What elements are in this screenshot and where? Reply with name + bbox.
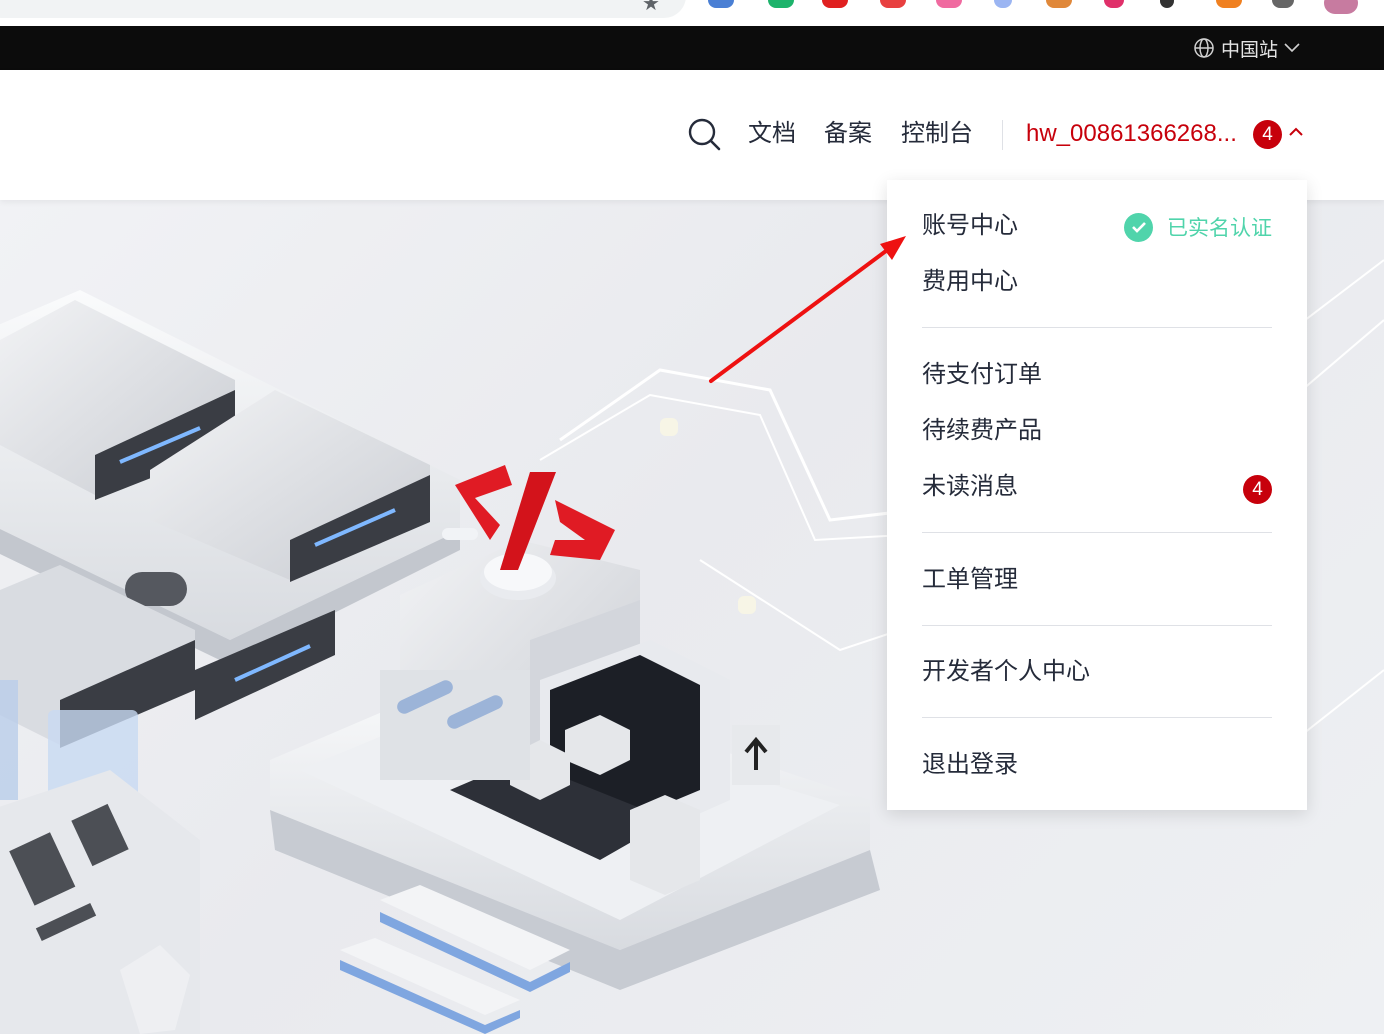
extension-icon[interactable]	[822, 0, 848, 8]
menu-divider	[922, 717, 1272, 718]
menu-tickets[interactable]: 工单管理	[922, 564, 1018, 596]
menu-developer-center[interactable]: 开发者个人中心	[922, 656, 1090, 688]
notification-badge: 4	[1253, 120, 1282, 149]
nav-console[interactable]: 控制台	[901, 118, 973, 150]
bookmark-star-icon[interactable]: ★	[642, 0, 660, 14]
extension-icon[interactable]	[936, 0, 962, 8]
menu-pending-orders[interactable]: 待支付订单	[922, 359, 1042, 391]
extension-icon[interactable]	[708, 0, 734, 8]
nav-filing[interactable]: 备案	[824, 118, 872, 150]
check-circle-icon	[1124, 212, 1153, 242]
menu-account-center[interactable]: 账号中心	[922, 210, 1018, 242]
menu-logout[interactable]: 退出登录	[922, 749, 1018, 781]
verified-label: 已实名认证	[1167, 217, 1272, 240]
menu-renewal-products[interactable]: 待续费产品	[922, 415, 1042, 447]
account-dropdown-menu: 账号中心 已实名认证 费用中心 待支付订单 待续费产品 未读消息 4 工单管理 …	[887, 180, 1307, 810]
extension-icon[interactable]	[1046, 0, 1072, 8]
unread-count-badge: 4	[1243, 475, 1272, 504]
nav-docs[interactable]: 文档	[748, 118, 796, 150]
global-top-bar: 中国站	[0, 26, 1384, 70]
extension-icon[interactable]	[1104, 0, 1124, 8]
search-icon	[688, 118, 721, 151]
nav-divider	[1002, 120, 1003, 150]
browser-toolbar: ★	[0, 0, 1384, 26]
address-bar[interactable]	[0, 0, 686, 18]
extension-icon[interactable]	[994, 0, 1012, 8]
region-label: 中国站	[1220, 39, 1278, 61]
search-button[interactable]	[686, 116, 722, 152]
extension-icon[interactable]	[880, 0, 906, 8]
extension-icon[interactable]	[768, 0, 794, 8]
menu-unread-messages[interactable]: 未读消息	[922, 471, 1018, 503]
chevron-up-icon[interactable]	[1288, 126, 1304, 136]
chevron-down-icon	[1284, 43, 1300, 53]
globe-icon	[1194, 38, 1214, 58]
user-account-menu[interactable]: hw_00861366268...	[1026, 118, 1237, 150]
menu-divider	[922, 532, 1272, 533]
extension-icon[interactable]	[1272, 0, 1294, 8]
region-selector[interactable]: 中国站	[1193, 26, 1300, 70]
profile-avatar[interactable]	[1324, 0, 1358, 14]
verified-status: 已实名认证	[1124, 212, 1272, 242]
menu-divider	[922, 625, 1272, 626]
menu-billing-center[interactable]: 费用中心	[922, 266, 1018, 298]
extension-icon[interactable]	[1216, 0, 1242, 8]
extension-icon[interactable]	[1160, 0, 1174, 8]
menu-divider	[922, 327, 1272, 328]
